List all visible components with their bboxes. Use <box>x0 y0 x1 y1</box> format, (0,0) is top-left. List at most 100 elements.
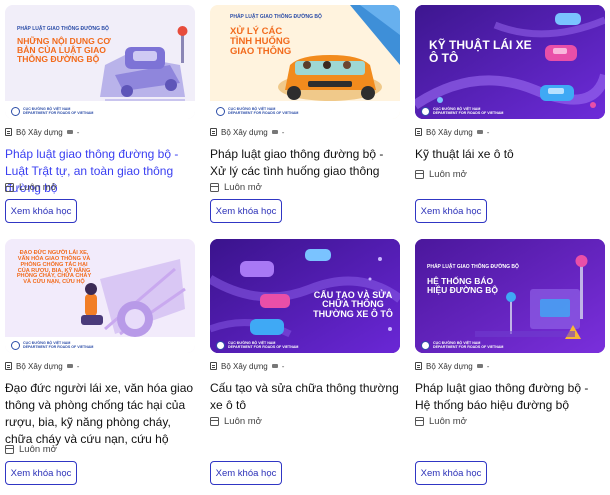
calendar-icon <box>5 183 14 192</box>
course-title[interactable]: Cấu tạo và sửa chữa thông thường xe ô tô <box>210 380 400 414</box>
meta-separator: - <box>486 127 490 137</box>
calendar-icon <box>5 445 14 454</box>
calendar-icon <box>415 170 424 179</box>
building-icon <box>210 128 217 136</box>
logo-line2: DEPARTMENT FOR ROADS OF VIETNAM <box>23 111 94 115</box>
org-logo-icon <box>216 106 225 116</box>
logo-line2: DEPARTMENT FOR ROADS OF VIETNAM <box>23 345 94 349</box>
thumbnail-subtitle: PHÁP LUẬT GIAO THÔNG ĐƯỜNG BỘ <box>427 264 519 270</box>
meta-separator: - <box>281 127 285 137</box>
course-status: Luôn mở <box>5 182 57 193</box>
org-logo-icon <box>216 340 225 350</box>
building-icon <box>210 362 217 370</box>
org-logo-icon <box>11 340 20 350</box>
view-course-button[interactable]: Xem khóa học <box>5 461 77 485</box>
thumbnail-title: CẤU TẠO VÀ SỬA CHỮA THÔNG THƯỜNG XE Ô TÔ <box>313 290 393 319</box>
logo-line2: DEPARTMENT FOR ROADS OF VIETNAM <box>433 345 504 349</box>
image-icon <box>476 130 483 134</box>
org-logo-icon <box>11 106 20 116</box>
course-status: Luôn mở <box>5 444 57 455</box>
course-thumbnail[interactable]: ĐẠO ĐỨC NGƯỜI LÁI XE, VĂN HÓA GIAO THÔNG… <box>5 239 195 353</box>
course-title[interactable]: Pháp luật giao thông đường bộ - Hệ thống… <box>415 380 605 414</box>
image-icon <box>271 364 278 368</box>
view-course-button[interactable]: Xem khóa học <box>415 461 487 485</box>
meta-separator: - <box>76 127 80 137</box>
calendar-icon <box>210 183 219 192</box>
thumbnail-subtitle: PHÁP LUẬT GIAO THÔNG ĐƯỜNG BỘ <box>230 14 322 20</box>
course-card: ĐẠO ĐỨC NGƯỜI LÁI XE, VĂN HÓA GIAO THÔNG… <box>5 239 195 485</box>
meta-separator: - <box>281 361 285 371</box>
course-org: Bộ Xây dựng <box>426 361 473 371</box>
calendar-icon <box>415 417 424 426</box>
course-status-label: Luôn mở <box>19 444 57 455</box>
thumbnail-title: NHỮNG NỘI DUNG CƠ BẢN CỦA LUẬT GIAO THÔN… <box>17 36 111 65</box>
course-card: PHÁP LUẬT GIAO THÔNG ĐƯỜNG BỘ NHỮNG NỘI … <box>5 5 195 223</box>
course-card: PHÁP LUẬT GIAO THÔNG ĐƯỜNG BỘ XỬ LÝ CÁC … <box>210 5 400 223</box>
course-thumbnail[interactable]: PHÁP LUẬT GIAO THÔNG ĐƯỜNG BỘ NHỮNG NỘI … <box>5 5 195 119</box>
org-logo: CỤC ĐƯỜNG BỘ VIỆT NAM DEPARTMENT FOR ROAD… <box>5 337 93 353</box>
org-logo: CỤC ĐƯỜNG BỘ VIỆT NAM DEPARTMENT FOR ROAD… <box>415 103 503 119</box>
course-org: Bộ Xây dựng <box>16 127 63 137</box>
course-org: Bộ Xây dựng <box>426 127 473 137</box>
course-meta: Bộ Xây dựng - <box>5 361 195 371</box>
thumbnail-art <box>210 5 400 119</box>
course-thumbnail[interactable]: PHÁP LUẬT GIAO THÔNG ĐƯỜNG BỘ HỆ THỐNG B… <box>415 239 605 353</box>
course-status-label: Luôn mở <box>429 169 467 180</box>
course-meta: Bộ Xây dựng - <box>5 127 195 137</box>
course-card: PHÁP LUẬT GIAO THÔNG ĐƯỜNG BỘ HỆ THỐNG B… <box>415 239 605 485</box>
logo-line2: DEPARTMENT FOR ROADS OF VIETNAM <box>228 345 299 349</box>
org-logo-icon <box>421 340 430 350</box>
course-meta: Bộ Xây dựng - <box>415 361 605 371</box>
org-logo-icon <box>421 106 430 116</box>
org-logo: CỤC ĐƯỜNG BỘ VIỆT NAM DEPARTMENT FOR ROAD… <box>210 103 298 119</box>
course-status: Luôn mở <box>210 182 262 193</box>
course-card: KỸ THUẬT LÁI XE Ô TÔ CỤC ĐƯỜNG BỘ VIỆT N… <box>415 5 605 223</box>
building-icon <box>5 362 12 370</box>
course-status: Luôn mở <box>415 169 467 180</box>
course-status-label: Luôn mở <box>224 182 262 193</box>
meta-separator: - <box>76 361 80 371</box>
course-title[interactable]: Đạo đức người lái xe, văn hóa giao thông… <box>5 380 195 448</box>
logo-line2: DEPARTMENT FOR ROADS OF VIETNAM <box>433 111 504 115</box>
course-status: Luôn mở <box>415 416 467 427</box>
image-icon <box>476 364 483 368</box>
course-status-label: Luôn mở <box>429 416 467 427</box>
course-thumbnail[interactable]: CẤU TẠO VÀ SỬA CHỮA THÔNG THƯỜNG XE Ô TÔ… <box>210 239 400 353</box>
course-meta: Bộ Xây dựng - <box>210 361 400 371</box>
building-icon <box>415 362 422 370</box>
course-org: Bộ Xây dựng <box>221 127 268 137</box>
course-thumbnail[interactable]: PHÁP LUẬT GIAO THÔNG ĐƯỜNG BỘ XỬ LÝ CÁC … <box>210 5 400 119</box>
image-icon <box>66 130 73 134</box>
view-course-button[interactable]: Xem khóa học <box>415 199 487 223</box>
org-logo: CỤC ĐƯỜNG BỘ VIỆT NAM DEPARTMENT FOR ROAD… <box>5 103 93 119</box>
course-thumbnail[interactable]: KỸ THUẬT LÁI XE Ô TÔ CỤC ĐƯỜNG BỘ VIỆT N… <box>415 5 605 119</box>
course-title[interactable]: Kỹ thuật lái xe ô tô <box>415 146 605 163</box>
view-course-button[interactable]: Xem khóa học <box>210 199 282 223</box>
logo-line2: DEPARTMENT FOR ROADS OF VIETNAM <box>228 111 299 115</box>
thumbnail-title: KỸ THUẬT LÁI XE Ô TÔ <box>429 38 532 65</box>
course-meta: Bộ Xây dựng - <box>415 127 605 137</box>
course-card: CẤU TẠO VÀ SỬA CHỮA THÔNG THƯỜNG XE Ô TÔ… <box>210 239 400 485</box>
thumbnail-art <box>415 239 605 353</box>
course-meta: Bộ Xây dựng - <box>210 127 400 137</box>
org-logo: CỤC ĐƯỜNG BỘ VIỆT NAM DEPARTMENT FOR ROAD… <box>415 337 503 353</box>
meta-separator: - <box>486 361 490 371</box>
thumbnail-subtitle: PHÁP LUẬT GIAO THÔNG ĐƯỜNG BỘ <box>17 26 109 32</box>
course-org: Bộ Xây dựng <box>16 361 63 371</box>
thumbnail-title: XỬ LÝ CÁC TÌNH HUỐNG GIAO THÔNG <box>230 26 292 57</box>
calendar-icon <box>210 417 219 426</box>
thumbnail-title: HỆ THỐNG BÁO HIỆU ĐƯỜNG BỘ <box>427 276 498 295</box>
view-course-button[interactable]: Xem khóa học <box>5 199 77 223</box>
course-status-label: Luôn mở <box>224 416 262 427</box>
thumbnail-title: ĐẠO ĐỨC NGƯỜI LÁI XE, VĂN HÓA GIAO THÔNG… <box>16 250 92 286</box>
view-course-button[interactable]: Xem khóa học <box>210 461 282 485</box>
course-status: Luôn mở <box>210 416 262 427</box>
image-icon <box>66 364 73 368</box>
building-icon <box>5 128 12 136</box>
org-logo: CỤC ĐƯỜNG BỘ VIỆT NAM DEPARTMENT FOR ROAD… <box>210 337 298 353</box>
image-icon <box>271 130 278 134</box>
course-status-label: Luôn mở <box>19 182 57 193</box>
course-org: Bộ Xây dựng <box>221 361 268 371</box>
building-icon <box>415 128 422 136</box>
course-title[interactable]: Pháp luật giao thông đường bộ - Xử lý cá… <box>210 146 400 180</box>
